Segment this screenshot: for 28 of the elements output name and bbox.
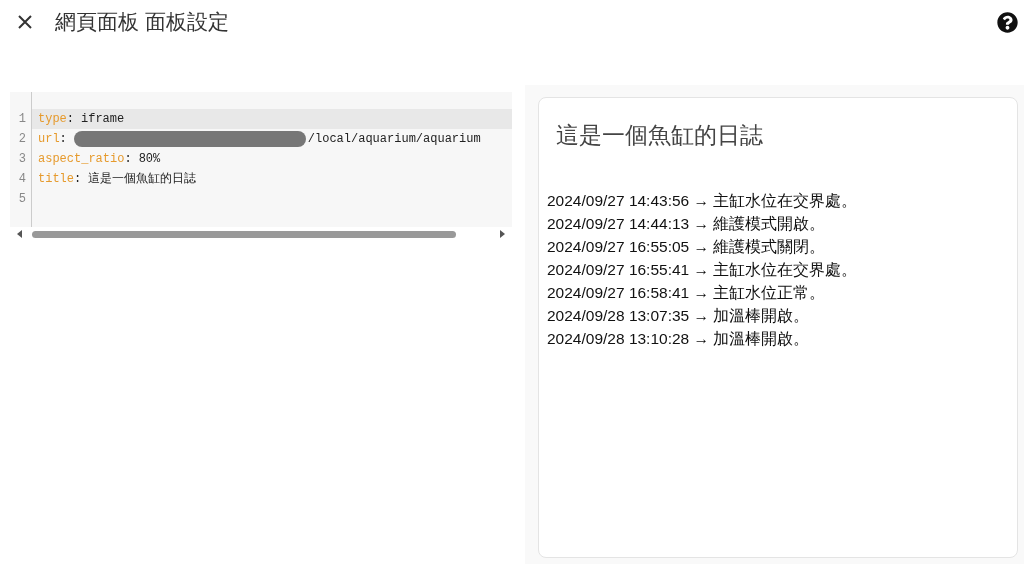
line-number: 2: [17, 131, 27, 148]
log-entry: 2024/09/28 13:07:35 → 加溫棒開啟。: [547, 305, 811, 326]
close-icon[interactable]: [17, 14, 33, 30]
code-key: type:: [38, 109, 74, 129]
code-value: /local/aquarium/aquarium: [307, 131, 481, 148]
line-number: 3: [17, 151, 27, 168]
log-entry: 2024/09/27 14:44:13 → 維護模式開啟。: [547, 213, 827, 234]
line-number: 1: [17, 111, 27, 128]
code-value: 80%: [138, 151, 161, 168]
log-entry: 2024/09/27 16:55:05 → 維護模式關閉。: [547, 236, 827, 257]
scroll-right-icon[interactable]: [498, 230, 506, 238]
scroll-left-icon[interactable]: [16, 230, 24, 238]
help-icon[interactable]: [997, 11, 1018, 33]
line-number: 4: [17, 171, 27, 188]
horizontal-scrollbar[interactable]: [32, 230, 456, 238]
code-editor[interactable]: 1 2 3 4 5 type: iframe url: /local/aquarium/aquarium aspect_ratio: 80% title: 這是一個魚缸的日誌: [10, 92, 512, 227]
code-key: url:: [38, 129, 67, 149]
window-title: 網頁面板 面板設定: [55, 9, 229, 36]
log-entry: 2024/09/27 16:55:41 → 主缸水位在交界處。: [547, 259, 859, 280]
log-entry: 2024/09/27 14:43:56 → 主缸水位在交界處。: [547, 190, 859, 211]
log-entry: 2024/09/28 13:10:28 → 加溫棒開啟。: [547, 328, 811, 349]
code-key: aspect_ratio:: [38, 149, 132, 169]
log-entry: 2024/09/27 16:58:41 → 主缸水位正常。: [547, 282, 827, 303]
code-value: 這是一個魚缸的日誌: [88, 171, 197, 188]
code-key: title:: [38, 169, 82, 189]
line-number: 5: [17, 191, 27, 208]
code-value: iframe: [81, 111, 125, 128]
card-title: 這是一個魚缸的日誌: [556, 121, 764, 150]
